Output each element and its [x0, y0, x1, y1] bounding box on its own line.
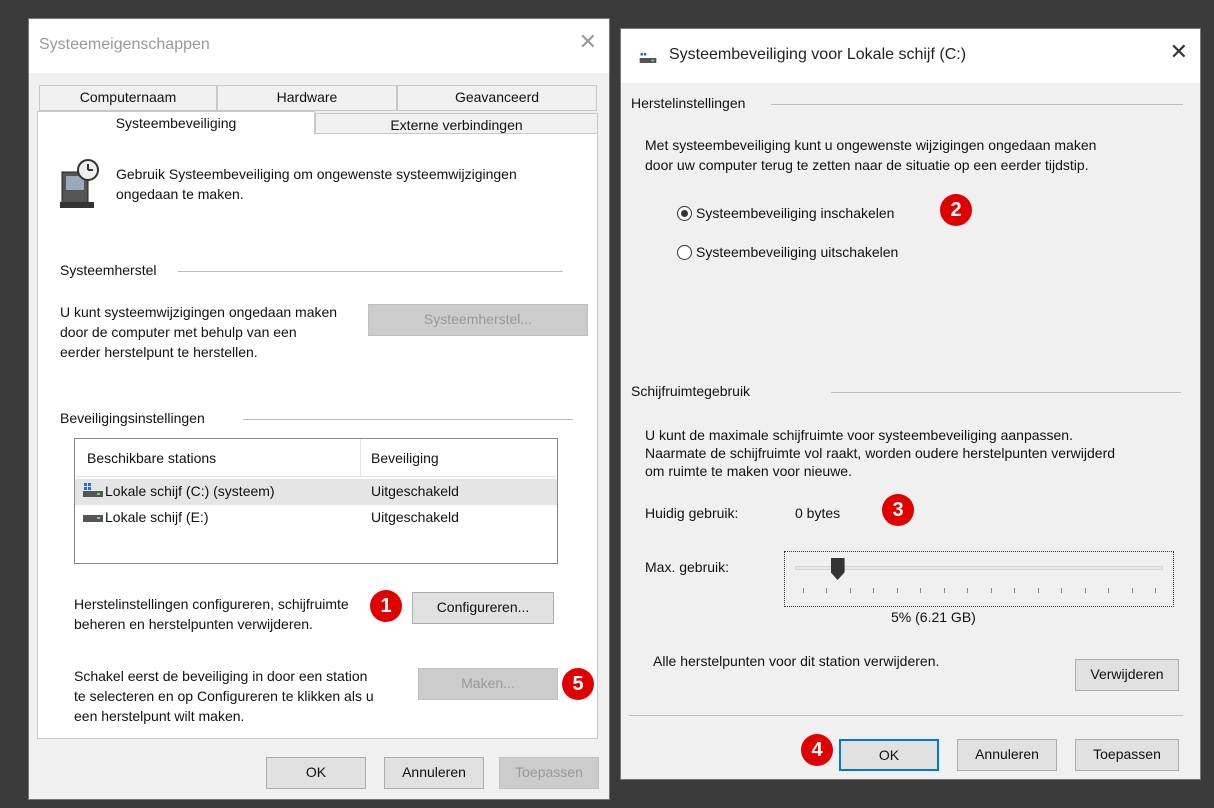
system-drive-icon	[83, 483, 103, 497]
list-header: Beschikbare stations Beveiliging	[75, 439, 557, 477]
configure-text-2: beheren en herstelpunten verwijderen.	[74, 616, 313, 632]
cancel-button[interactable]: Annuleren	[384, 757, 484, 789]
enable-protection-radio[interactable]	[677, 206, 692, 221]
disable-protection-radio[interactable]	[677, 245, 692, 260]
title-bar: Systeemeigenschappen ✕	[29, 19, 609, 73]
drive-status: Uitgeschakeld	[371, 483, 459, 499]
slider-tick	[826, 588, 828, 593]
slider-tick	[896, 588, 898, 593]
restore-text: U kunt systeemwijzigingen ongedaan maken	[60, 304, 338, 320]
step-badge-5: 5	[562, 668, 594, 700]
drive-icon	[83, 515, 103, 522]
slider-tick	[803, 588, 804, 593]
slider-tick	[1014, 588, 1016, 593]
intro-text-2: ongedaan te maken.	[116, 186, 244, 202]
apply-button[interactable]: Toepassen	[499, 757, 599, 789]
group-divider	[243, 419, 573, 420]
step-badge-3: 3	[882, 494, 914, 526]
ok-button[interactable]: OK	[266, 757, 366, 789]
column-separator	[360, 439, 361, 477]
system-drive-icon	[639, 53, 657, 63]
disk-usage-description-2: Naarmate de schijfruimte vol raakt, word…	[645, 445, 1116, 461]
slider-tick	[1131, 588, 1133, 593]
tab-hardware[interactable]: Hardware	[217, 85, 397, 111]
slider-tick	[849, 588, 851, 593]
step-badge-1: 1	[370, 590, 402, 622]
table-row[interactable]: Lokale schijf (C:) (systeem) Uitgeschake…	[75, 479, 557, 505]
disk-usage-description-3: om ruimte te maken voor nieuwe.	[645, 463, 852, 479]
column-header-drives[interactable]: Beschikbare stations	[87, 450, 216, 466]
drive-name: Lokale schijf (C:) (systeem)	[105, 483, 275, 499]
group-divider	[831, 392, 1181, 393]
drives-list[interactable]: Beschikbare stations Beveiliging Lokale …	[74, 438, 558, 564]
slider-tick	[1037, 588, 1039, 593]
slider-tick	[1061, 588, 1063, 593]
system-properties-dialog: Systeemeigenschappen ✕ Computernaam Hard…	[28, 18, 610, 800]
max-usage-value: 5% (6.21 GB)	[891, 609, 976, 625]
system-protection-icon	[60, 159, 99, 208]
restore-group-label: Systeemherstel	[60, 262, 157, 278]
slider-tick	[873, 588, 875, 593]
group-divider	[178, 271, 563, 272]
configure-text: Herstelinstellingen configureren, schijf…	[74, 596, 349, 612]
delete-points-text: Alle herstelpunten voor dit station verw…	[653, 653, 940, 669]
apply-button[interactable]: Toepassen	[1075, 739, 1179, 771]
slider-tick	[1108, 588, 1110, 593]
restore-text-2: door de computer met behulp van een	[60, 324, 297, 340]
configure-button[interactable]: Configureren...	[412, 592, 554, 624]
slider-tick	[1084, 588, 1086, 593]
group-divider	[771, 104, 1183, 105]
slider-track	[795, 566, 1163, 570]
create-button[interactable]: Maken...	[418, 668, 558, 700]
create-text-3: een herstelpunt wilt maken.	[74, 708, 245, 724]
system-protection-panel: Gebruik Systeembeveiliging om ongewenste…	[37, 133, 598, 739]
dialog-title: Systeembeveiliging voor Lokale schijf (C…	[669, 46, 967, 63]
current-usage-label: Huidig gebruik:	[645, 505, 739, 521]
restore-description-2: door uw computer terug te zetten naar de…	[645, 157, 1089, 173]
slider-tick	[943, 588, 945, 593]
drive-status: Uitgeschakeld	[371, 509, 459, 525]
slider-tick	[1155, 588, 1156, 593]
tab-computername[interactable]: Computernaam	[39, 85, 217, 111]
disk-usage-description: U kunt de maximale schijfruimte voor sys…	[645, 427, 1073, 443]
create-text: Schakel eerst de beveiliging in door een…	[74, 668, 368, 684]
cancel-button[interactable]: Annuleren	[957, 739, 1057, 771]
disable-protection-label[interactable]: Systeembeveiliging uitschakelen	[696, 244, 898, 260]
column-header-protection[interactable]: Beveiliging	[371, 450, 439, 466]
slider-tick	[990, 588, 992, 593]
table-row[interactable]: Lokale schijf (E:) Uitgeschakeld	[75, 505, 557, 531]
protection-group-label: Beveiligingsinstellingen	[60, 410, 205, 426]
system-restore-button[interactable]: Systeemherstel...	[368, 304, 588, 336]
delete-button[interactable]: Verwijderen	[1075, 659, 1179, 691]
step-badge-4: 4	[801, 734, 833, 766]
restore-settings-group-label: Herstelinstellingen	[631, 95, 746, 111]
slider-tick	[967, 588, 969, 593]
intro-text: Gebruik Systeembeveiliging om ongewenste…	[116, 166, 517, 182]
system-protection-drive-dialog: Systeembeveiliging voor Lokale schijf (C…	[620, 28, 1201, 780]
slider-thumb[interactable]	[830, 558, 845, 580]
restore-description: Met systeembeveiliging kunt u ongewenste…	[645, 137, 1097, 153]
disk-usage-group-label: Schijfruimtegebruik	[631, 383, 751, 399]
close-icon[interactable]: ✕	[579, 29, 597, 55]
slider-tick	[920, 588, 922, 593]
drive-name: Lokale schijf (E:)	[105, 509, 209, 525]
step-badge-2: 2	[940, 194, 972, 226]
dialog-title: Systeemeigenschappen	[39, 36, 210, 53]
ok-button[interactable]: OK	[839, 739, 939, 771]
restore-text-3: eerder herstelpunt te herstellen.	[60, 344, 258, 360]
tab-advanced[interactable]: Geavanceerd	[397, 85, 597, 111]
close-icon[interactable]: ✕	[1170, 39, 1188, 65]
footer-divider	[629, 715, 1183, 716]
max-usage-label: Max. gebruik:	[645, 559, 730, 575]
current-usage-value: 0 bytes	[795, 505, 841, 521]
enable-protection-label[interactable]: Systeembeveiliging inschakelen	[696, 205, 894, 221]
max-usage-slider[interactable]	[784, 551, 1174, 607]
tab-remote[interactable]: Externe verbindingen	[315, 113, 598, 135]
title-bar: Systeembeveiliging voor Lokale schijf (C…	[621, 29, 1200, 83]
tab-system-protection[interactable]: Systeembeveiliging	[37, 111, 315, 135]
create-text-2: te selecteren en op Configureren te klik…	[74, 688, 374, 704]
